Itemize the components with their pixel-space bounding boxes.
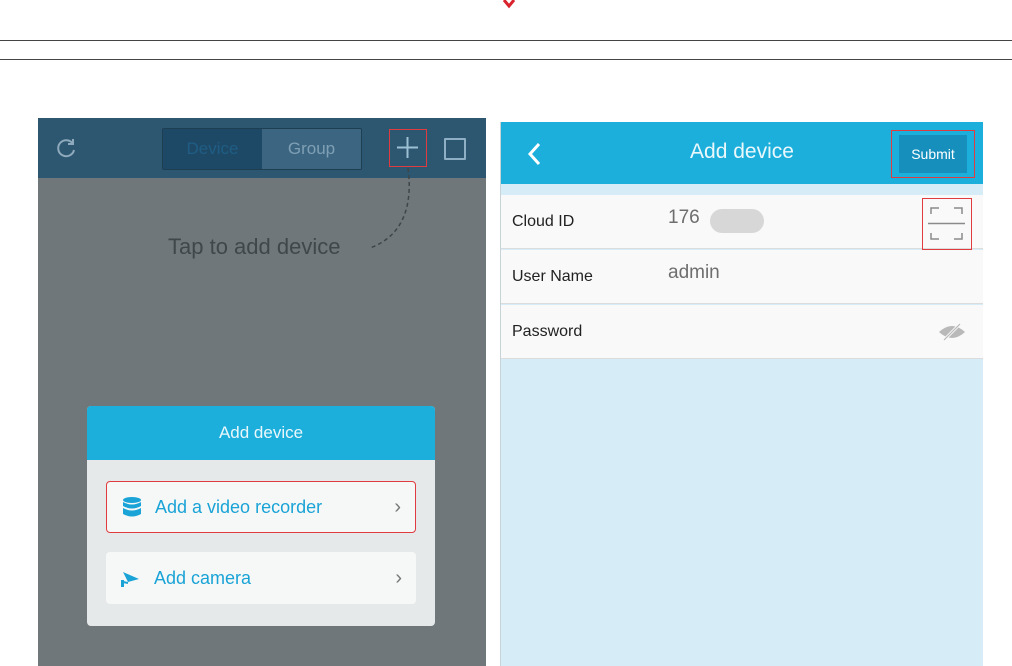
hint-arrow-icon	[369, 167, 410, 249]
database-icon	[123, 497, 141, 517]
add-icon[interactable]	[389, 129, 427, 167]
user-name-label: User Name	[512, 268, 593, 285]
user-name-row: User Name admin	[501, 250, 983, 304]
user-name-field[interactable]: admin	[668, 262, 720, 284]
header-rule-top	[0, 40, 1012, 41]
camera-icon	[121, 572, 139, 587]
device-list-screen: Device Group Tap to add device Add devic…	[38, 118, 486, 666]
tab-device[interactable]: Device	[163, 129, 262, 169]
add-device-dialog: Add device Add a video recorder › Add ca…	[87, 406, 435, 626]
chevron-right-icon: ›	[395, 566, 402, 589]
password-label: Password	[512, 323, 583, 340]
chevron-right-icon: ›	[394, 495, 401, 518]
refresh-icon[interactable]	[54, 136, 78, 160]
submit-button[interactable]: Submit	[891, 130, 975, 178]
password-row: Password	[501, 305, 983, 359]
dialog-title: Add device	[87, 406, 435, 460]
cloud-id-label: Cloud ID	[512, 213, 575, 230]
page-marker-icon	[502, 0, 516, 9]
qr-scan-icon[interactable]	[922, 198, 972, 250]
redacted-value	[710, 209, 764, 233]
tab-group[interactable]: Group	[262, 129, 361, 169]
add-camera-option[interactable]: Add camera ›	[106, 552, 416, 604]
header-rule-bottom	[0, 59, 1012, 60]
submit-label: Submit	[899, 135, 967, 173]
add-device-hint: Tap to add device	[168, 234, 341, 259]
add-device-screen: Add device Submit Cloud ID 176 User Name…	[500, 122, 983, 666]
top-bar: Device Group	[38, 118, 486, 178]
option-label: Add a video recorder	[155, 496, 323, 517]
cloud-id-field[interactable]: 176	[668, 207, 700, 229]
cloud-id-row: Cloud ID 176	[501, 195, 983, 250]
view-toggle: Device Group	[162, 128, 362, 170]
eye-slash-icon[interactable]	[937, 322, 967, 342]
top-bar: Add device Submit	[501, 122, 983, 184]
select-icon[interactable]	[444, 138, 466, 160]
option-label: Add camera	[154, 567, 252, 588]
add-video-recorder-option[interactable]: Add a video recorder ›	[106, 481, 416, 533]
